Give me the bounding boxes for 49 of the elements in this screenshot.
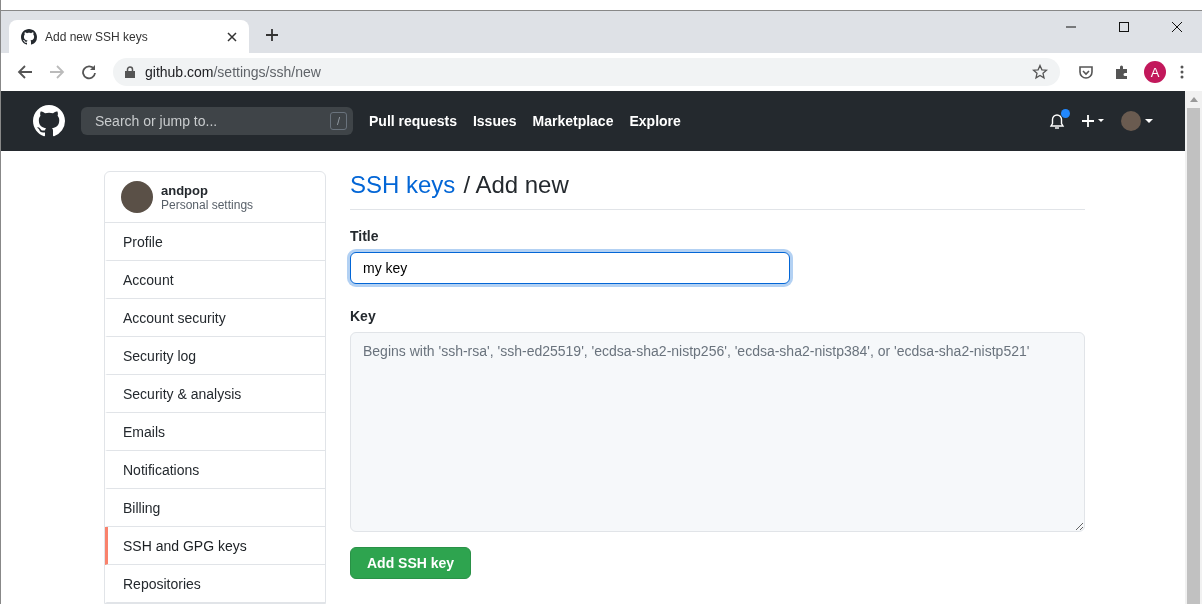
github-logo-icon[interactable]: [33, 105, 65, 137]
nav-link[interactable]: Issues: [472, 113, 517, 129]
breadcrumb-link[interactable]: SSH keys: [350, 171, 456, 199]
scrollbar[interactable]: [1185, 91, 1202, 604]
page-title: / Add new: [463, 171, 569, 199]
reload-icon[interactable]: [81, 64, 97, 80]
sidebar-item[interactable]: SSH and GPG keys: [105, 527, 325, 565]
sidebar-item[interactable]: Notifications: [105, 451, 325, 489]
sidebar-item[interactable]: Profile: [105, 223, 325, 261]
maximize-icon[interactable]: [1118, 21, 1130, 33]
profile-avatar[interactable]: A: [1144, 61, 1166, 83]
puzzle-icon[interactable]: [1114, 64, 1130, 80]
tab-title: Add new SSH keys: [45, 29, 149, 44]
lock-icon: [125, 66, 135, 78]
nav-link[interactable]: Pull requests: [369, 113, 457, 129]
key-textarea[interactable]: Begins with 'ssh-rsa', 'ssh-ed25519', 'ecdsa-sha2-nistp256', 'ecdsa-sha2-nistp384', or 'ecdsa-sha2-nistp521': [350, 332, 1085, 532]
title-input[interactable]: my key: [350, 252, 790, 284]
sidebar-item[interactable]: Billing: [105, 489, 325, 527]
user-subtitle: Personal settings: [161, 197, 254, 212]
star-icon[interactable]: [1032, 64, 1048, 80]
sidebar-item[interactable]: Security log: [105, 337, 325, 375]
plus-dropdown-icon[interactable]: [1081, 113, 1105, 129]
browser-tab[interactable]: Add new SSH keys: [9, 20, 249, 53]
caret-icon: [1145, 119, 1153, 123]
avatar-dropdown[interactable]: [1121, 111, 1153, 131]
nav-link[interactable]: Explore: [629, 113, 681, 129]
sidebar-item[interactable]: Account: [105, 261, 325, 299]
sidebar-item[interactable]: Emails: [105, 413, 325, 451]
pocket-icon[interactable]: [1078, 64, 1094, 80]
close-icon[interactable]: [227, 31, 237, 42]
sidebar-item[interactable]: Account security: [105, 299, 325, 337]
new-tab-icon[interactable]: [265, 28, 279, 42]
user-avatar: [121, 181, 153, 213]
username: andpop: [161, 182, 209, 198]
field-label: Title: [350, 228, 380, 244]
url-text: github.com/settings/ssh/new: [145, 64, 321, 80]
github-logo-icon: [21, 28, 37, 45]
shortcut-key: /: [329, 112, 347, 130]
search-field[interactable]: Search or jump to...: [93, 112, 330, 130]
back-arrow-icon[interactable]: [17, 64, 33, 80]
nav-link[interactable]: Marketplace: [532, 113, 614, 129]
sidebar-item[interactable]: Repositories: [105, 565, 325, 603]
search-bar[interactable]: Search or jump to... /: [81, 107, 353, 135]
menu-icon[interactable]: [1180, 64, 1184, 80]
close-icon[interactable]: [1171, 21, 1183, 33]
bell-icon[interactable]: [1049, 112, 1065, 130]
address-bar[interactable]: github.com/settings/ssh/new: [113, 58, 1060, 86]
sidebar-item[interactable]: Security & analysis: [105, 375, 325, 413]
field-label: Key: [350, 308, 377, 324]
